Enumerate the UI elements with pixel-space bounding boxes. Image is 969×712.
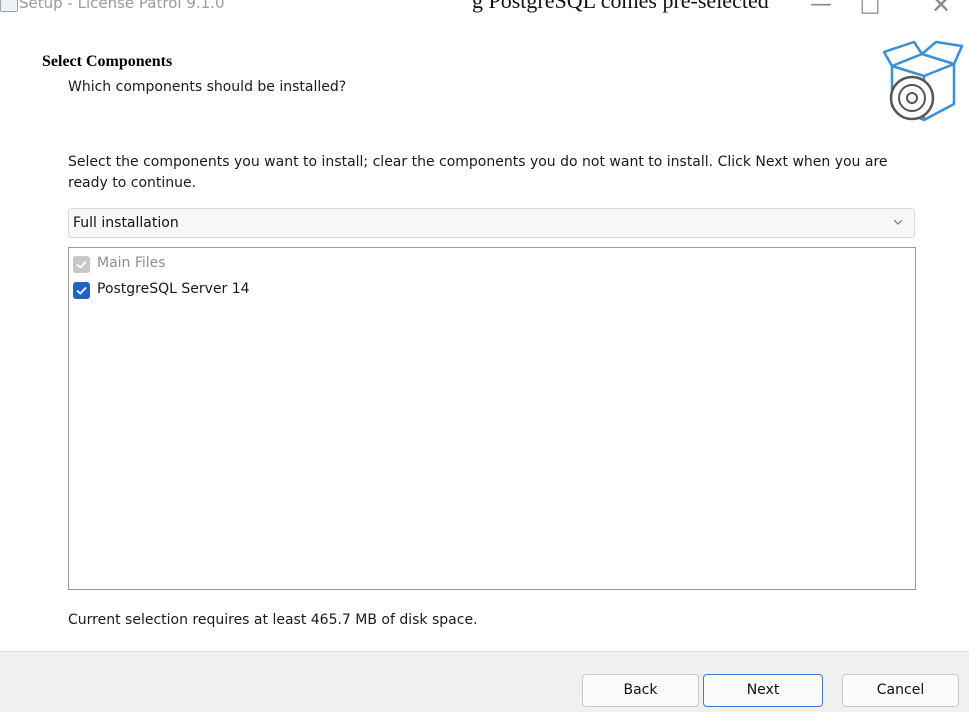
window-title: Setup - License Patrol 9.1.0 <box>19 0 225 12</box>
button-bar: Back Next Cancel <box>0 651 969 712</box>
install-type-value: Full installation <box>73 215 179 231</box>
maximize-icon[interactable]: □ <box>855 0 885 18</box>
disk-space-text: Current selection requires at least 465.… <box>68 612 478 628</box>
minimize-icon[interactable]: — <box>806 0 836 18</box>
main-files-checkbox <box>73 256 90 273</box>
cancel-button[interactable]: Cancel <box>842 674 959 707</box>
setup-app-icon <box>0 0 18 12</box>
chevron-down-icon <box>894 219 902 225</box>
page-subtitle: Which components should be installed? <box>68 79 347 95</box>
main-files-label: Main Files <box>97 255 166 271</box>
back-button[interactable]: Back <box>582 674 699 707</box>
postgresql-checkbox[interactable] <box>73 282 90 299</box>
instructions-text: Select the components you want to instal… <box>68 154 888 191</box>
window-titlebar: Setup - License Patrol 9.1.0 g PostgreSQ… <box>0 0 969 24</box>
components-list[interactable]: Main Files PostgreSQL Server 14 <box>68 247 916 590</box>
install-box-icon <box>882 40 964 122</box>
close-icon[interactable]: ✕ <box>926 0 956 18</box>
page-title: Select Components <box>42 53 173 70</box>
postgresql-label[interactable]: PostgreSQL Server 14 <box>97 281 250 297</box>
install-type-select[interactable]: Full installation <box>68 208 915 238</box>
next-button[interactable]: Next <box>703 674 823 707</box>
caption-overlay-text: g PostgreSQL comes pre-selected <box>472 0 769 13</box>
